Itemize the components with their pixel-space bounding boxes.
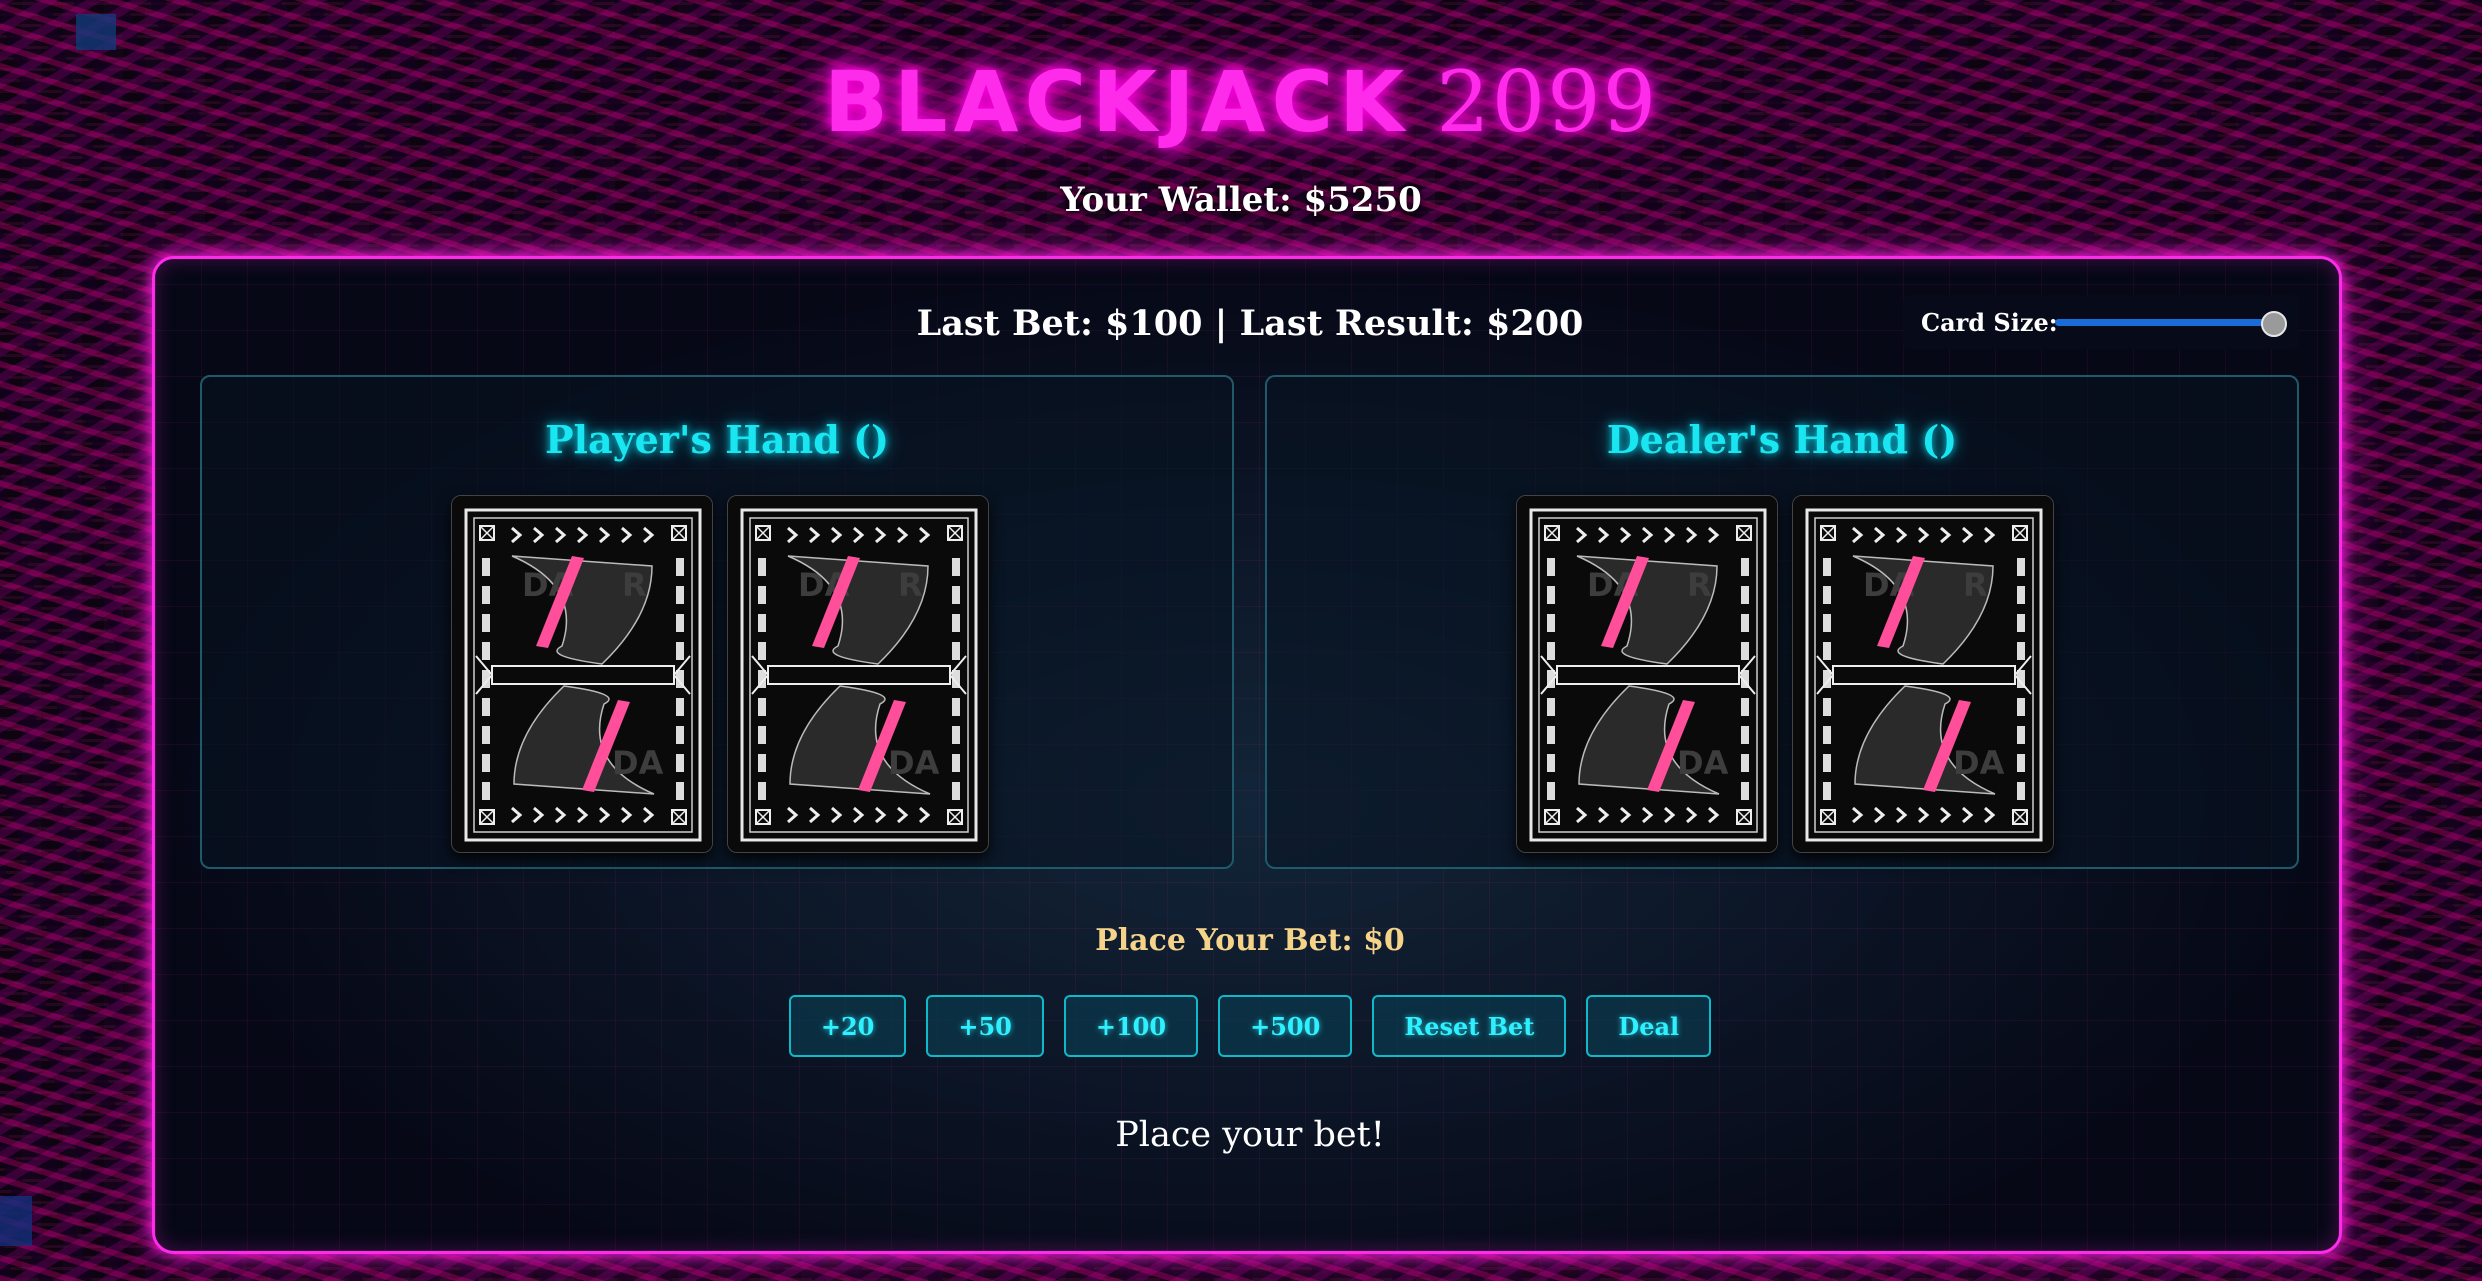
reset-bet-button[interactable]: Reset Bet — [1372, 995, 1567, 1057]
player-cards: DA R DA DA R DA — [202, 495, 1232, 855]
player-card-back: DA R DA — [727, 495, 989, 853]
slider-thumb[interactable] — [2261, 311, 2287, 337]
card-size-label: Card Size: — [1921, 307, 2058, 337]
glitch-block — [0, 1196, 32, 1246]
game-table-panel: Last Bet: $100 | Last Result: $200 Card … — [152, 256, 2342, 1254]
dealer-card-back: DA R DA — [1516, 495, 1778, 853]
svg-text:R: R — [1687, 566, 1712, 604]
player-hand: Player's Hand () DA R DA DA R DA — [200, 375, 1234, 869]
dealer-card-back: DA R DA — [1792, 495, 2054, 853]
dealer-hand-title: Dealer's Hand () — [1606, 417, 1958, 462]
dealer-hand: Dealer's Hand () DA R DA DA R DA — [1265, 375, 2299, 869]
svg-text:R: R — [898, 566, 923, 604]
svg-text:DA: DA — [1677, 744, 1729, 782]
card-size-control: Card Size: — [1903, 295, 2299, 349]
wallet-balance: Your Wallet: $5250 — [1060, 180, 1422, 220]
svg-text:DA: DA — [888, 744, 940, 782]
bet-500-button[interactable]: +500 — [1218, 995, 1353, 1057]
bet-buttons: +20 +50 +100 +500 Reset Bet Deal — [155, 995, 2339, 1057]
header: BLACKJACK 2099 Your Wallet: $5250 — [0, 0, 2482, 240]
bet-20-button[interactable]: +20 — [788, 995, 907, 1057]
card-size-slider[interactable] — [2055, 311, 2287, 337]
svg-text:DA: DA — [1953, 744, 2005, 782]
player-card-back: DA R DA — [451, 495, 713, 853]
svg-text:R: R — [622, 566, 647, 604]
svg-text:R: R — [1963, 566, 1988, 604]
title-word-2099: 2099 — [1436, 53, 1659, 151]
status-message: Place your bet! — [1115, 1115, 1385, 1155]
deal-button[interactable]: Deal — [1586, 995, 1712, 1057]
bet-100-button[interactable]: +100 — [1063, 995, 1199, 1057]
bet-50-button[interactable]: +50 — [926, 995, 1044, 1057]
svg-text:DA: DA — [612, 744, 664, 782]
player-hand-title: Player's Hand () — [544, 417, 890, 462]
slider-track — [2055, 319, 2277, 326]
bet-amount-title: Place Your Bet: $0 — [1095, 923, 1405, 958]
title-word-blackjack: BLACKJACK — [823, 53, 1411, 151]
game-title: BLACKJACK 2099 — [0, 52, 2482, 152]
dealer-cards: DA R DA DA R DA — [1267, 495, 2297, 855]
